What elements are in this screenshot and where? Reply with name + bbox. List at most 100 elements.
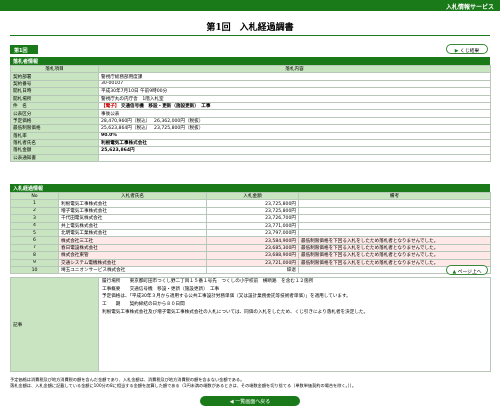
table-row: 開札日時 平成30年7月10日 午前9時00分	[10, 87, 491, 96]
winning-amount: 25,623,864円	[98, 146, 491, 155]
table-row: 公表区分 事後公表	[10, 109, 491, 118]
table-row: 予定価格 28,470,960円（税込） 26,362,000円（税抜）	[10, 116, 491, 126]
winner-info-table: 落札項目 落札内容 契約部署 警視庁総務部用度課 契約番号 30-00107 開札日…	[10, 64, 491, 163]
arrow-up-icon: ▲	[452, 269, 457, 275]
table-row: 3 千代田電気株式会社 23,726,700円	[10, 214, 491, 223]
back-to-list-button[interactable]: ◀ 一覧画面へ戻る	[200, 396, 300, 406]
table-row: 契約部署 警視庁総務部用度課	[10, 72, 491, 81]
bid-no: 4	[10, 221, 59, 230]
bid-no: 5	[10, 228, 59, 238]
bid-bidder: 井上電気株式会社	[58, 221, 207, 230]
table-header-row: No 入札者氏名 入札金額 備考	[10, 191, 491, 201]
table-row: 9 交通システム電機株式会社 23,721,000円 最低制限価格を下回る入札をしたた…	[10, 258, 491, 267]
bid-note: 最低制限価格を下回る入札をしたため落札者となりませんでした。	[298, 243, 491, 253]
notice-link[interactable]	[98, 153, 491, 163]
bid-note: 最低制限価格を下回る入札をしたため落札者となりませんでした。	[298, 236, 491, 245]
bid-amount: 23,584,900円	[206, 236, 299, 245]
bid-no: 8	[10, 251, 59, 260]
winner-name: 利根電気工事株式会社	[98, 138, 491, 148]
table-row: 落札金額 25,623,864円	[10, 146, 491, 155]
memo-label: 記事	[10, 277, 99, 372]
row-label: 落札率	[10, 131, 99, 140]
row-label: 契約部署	[10, 72, 99, 81]
bid-bidder: 千代田電気株式会社	[58, 214, 207, 223]
bid-bidder: 株式会社三工社	[58, 236, 207, 245]
bid-note	[298, 214, 491, 223]
section-title-info: 落札者情報	[10, 57, 490, 65]
footnotes: 予定価格は消費税及び地方消費税の額を含んだ金額であり、入札金額は、消費税及び地方…	[10, 377, 490, 390]
subject-text: 交通信号機 移設・更新（施設更新） 工事	[120, 104, 211, 110]
bid-no: 10	[10, 265, 59, 275]
table-row: 公表通知書	[10, 153, 491, 163]
table-row: 2 増子電気工事株式会社 23,725,800円	[10, 206, 491, 216]
bid-no: 9	[10, 258, 59, 267]
bid-amount: 23,685,300円	[206, 243, 299, 253]
back-to-list-label: 一覧画面へ戻る	[235, 398, 271, 405]
row-label: 公表区分	[10, 109, 99, 118]
bid-bidder: 春日電設株式会社	[58, 243, 207, 253]
header-content: 落札内容	[98, 64, 491, 74]
bid-note	[298, 228, 491, 238]
top-bar: 入札情報サービス	[0, 0, 500, 11]
page-title: 第1回 入札経過調書	[206, 23, 294, 33]
estimate-value: 28,470,960円（税込） 26,362,000円（税抜）	[98, 116, 491, 126]
winning-rate: 90.0%	[98, 131, 491, 140]
memo-line: 予定価格は、「平成30年３月から適用する公共工事設計労務単価（又は設計業務委託等…	[102, 294, 351, 300]
lottery-result-button[interactable]: ▶ くじ結果	[446, 44, 488, 54]
table-row: 落札者氏名 利根電気工事株式会社	[10, 138, 491, 148]
table-row: 開札場所 警視庁丸の内庁舎 1階入札室	[10, 94, 491, 103]
bid-note	[298, 206, 491, 216]
row-value: 30-00107	[98, 79, 491, 89]
memo-table: 記事 履行場所 東京都町田市つくし野二丁目１５番１号先 つくしの小学校前 横断路…	[10, 277, 491, 372]
bid-no: 1	[10, 199, 59, 208]
row-value: 事後公表	[98, 109, 491, 118]
footnote: 落札金額は、入札金額に記載している金額に100分の8に相当する金額を加算した額で…	[10, 383, 357, 389]
bid-amount: 23,726,700円	[206, 214, 299, 223]
estimate-tax-incl: 28,470,960円（税込）	[101, 118, 148, 124]
bid-no: 7	[10, 243, 59, 253]
estimate-tax-excl: 26,362,000円（税抜）	[154, 118, 204, 124]
title-divider	[10, 35, 490, 36]
minimum-tax-excl: 23,725,800円（税抜）	[154, 126, 204, 132]
bid-amount: 23,771,000円	[206, 221, 299, 230]
table-row: 10 埼玉ユニオンサービス株式会社 辞退	[10, 265, 491, 275]
table-row: 5 北明電気工業株式会社 23,797,000円	[10, 228, 491, 238]
bid-amount: 23,797,000円	[206, 228, 299, 238]
bid-amount: 23,721,000円	[206, 258, 299, 267]
header-bidder: 入札者氏名	[58, 191, 207, 201]
memo-line: 利根電気工事株式会社及び増子電気工事株式会社の入札については、同価の入札をしたた…	[102, 309, 369, 315]
page-top-button[interactable]: ▲ ページ上へ	[446, 265, 488, 275]
bid-no: 3	[10, 214, 59, 223]
minimum-value: 25,623,864円（税込） 23,725,800円（税抜）	[98, 124, 491, 133]
row-value: 警視庁丸の内庁舎 1階入札室	[98, 94, 491, 103]
bid-history-table: No 入札者氏名 入札金額 備考 1 利根電気工事株式会社 23,725,800円 …	[10, 191, 491, 275]
row-value: 平成30年7月10日 午前9時00分	[98, 87, 491, 96]
subject-value: 【電子】 交通信号機 移設・更新（施設更新） 工事	[98, 101, 491, 111]
table-header-row: 落札項目 落札内容	[10, 64, 491, 74]
bid-bidder: 増子電気工事株式会社	[58, 206, 207, 216]
bid-note: 最低制限価格を下回る入札をしたため落札者となりませんでした。	[298, 251, 491, 260]
bid-bidder: 株式会社東管	[58, 251, 207, 260]
minimum-label: 最低制限価格	[10, 124, 99, 133]
bid-amount: 辞退	[206, 265, 299, 275]
lottery-result-label: くじ結果	[460, 48, 480, 54]
page-top-label: ページ上へ	[457, 269, 482, 275]
bid-no: 2	[10, 206, 59, 216]
memo-row: 記事 履行場所 東京都町田市つくし野二丁目１５番１号先 つくしの小学校前 横断路…	[10, 277, 491, 372]
bid-no: 6	[10, 236, 59, 245]
memo-line: 履行場所 東京都町田市つくし野二丁目１５番１号先 つくしの小学校前 横断路 を含…	[102, 279, 314, 284]
bid-note	[298, 199, 491, 208]
row-value: 警視庁総務部用度課	[98, 72, 491, 81]
electronic-tag: 【電子】	[101, 104, 120, 110]
memo-line: 工 期 契約締結の日から８０日間	[102, 302, 185, 308]
bid-amount: 23,688,900円	[206, 251, 299, 260]
bid-bidder: 北明電気工業株式会社	[58, 228, 207, 238]
row-label: 開札日時	[10, 87, 99, 96]
bid-bidder: 利根電気工事株式会社	[58, 199, 207, 208]
table-row: 最低制限価格 25,623,864円（税込） 23,725,800円（税抜）	[10, 124, 491, 133]
row-label: 公表通知書	[10, 153, 99, 163]
service-name: 入札情報サービス	[445, 3, 494, 11]
header-no: No	[10, 191, 59, 201]
row-label: 落札者氏名	[10, 138, 99, 148]
memo-line: 工事概要 交通信号機 移設・更新（施設更新） 工事	[102, 286, 220, 292]
